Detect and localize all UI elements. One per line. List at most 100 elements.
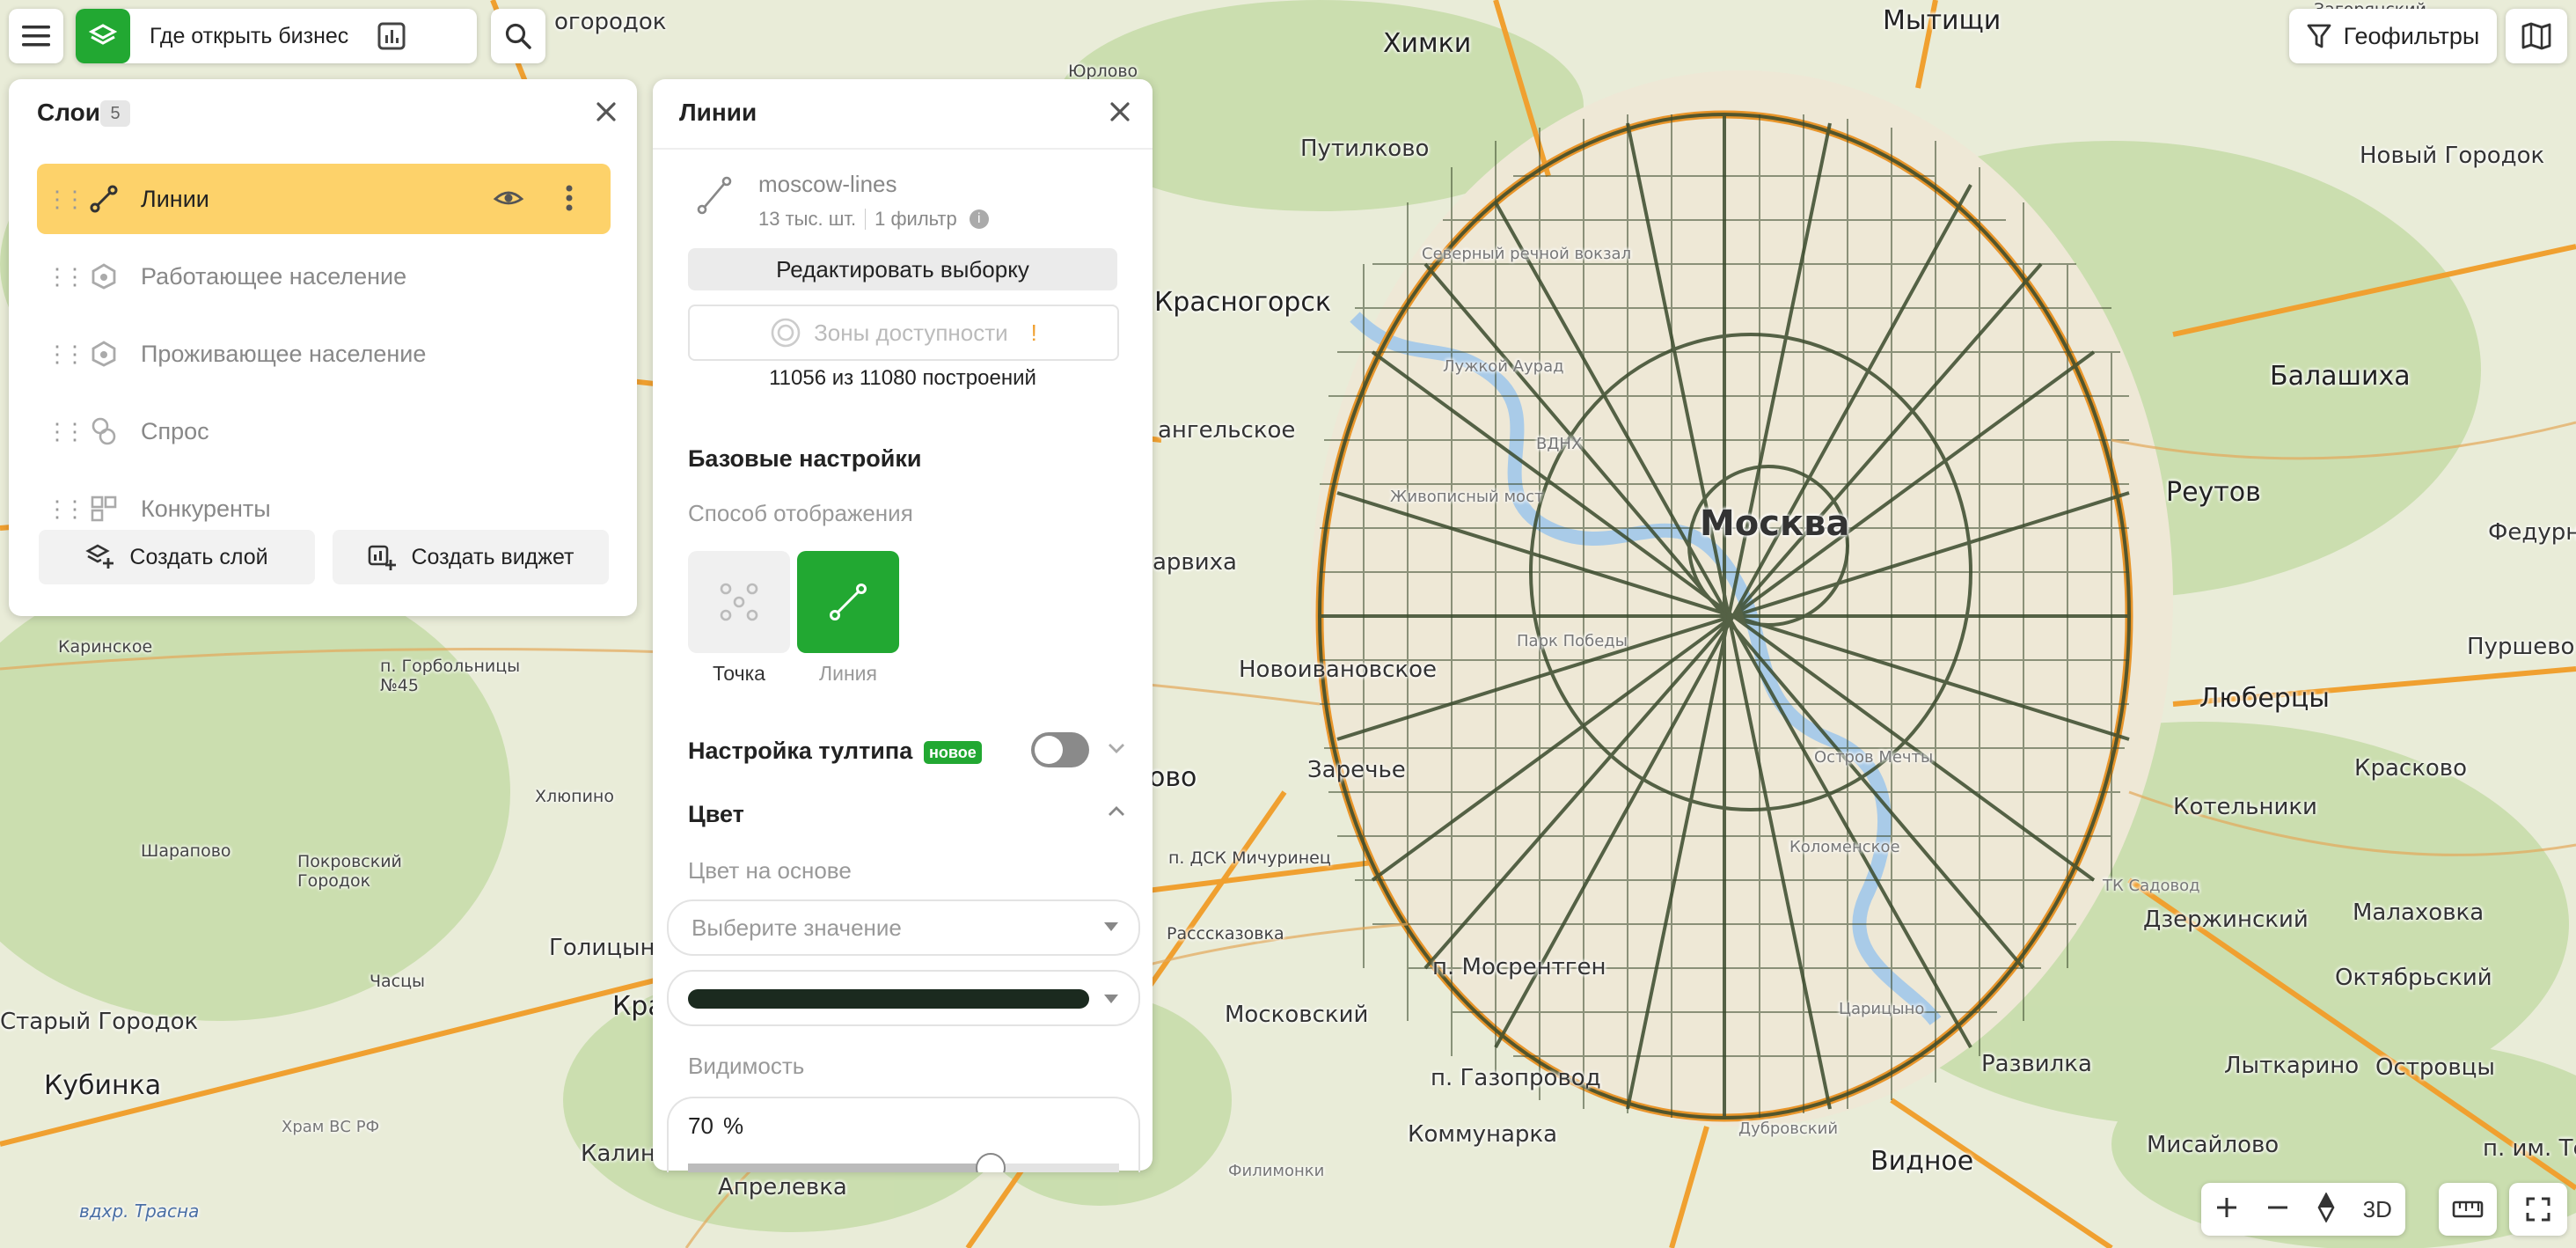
map-label: Филимонки: [1228, 1162, 1325, 1180]
chevron-up-icon[interactable]: [1107, 804, 1126, 823]
visibility-slider-track[interactable]: [688, 1164, 1119, 1172]
gauge-icon: [86, 336, 121, 371]
accessibility-zones-button[interactable]: Зоны доступности !: [688, 305, 1119, 361]
map-label: Развилка: [1981, 1051, 2092, 1077]
map-icon: [2521, 22, 2551, 50]
layer-item-label: Спрос: [141, 417, 209, 444]
map-label: Малаховка: [2353, 899, 2485, 926]
layer-item-working-population[interactable]: ⋮⋮ Работающее население: [37, 241, 611, 312]
menu-button[interactable]: [9, 9, 63, 63]
map-label: Старый Городок: [0, 1009, 199, 1035]
map-label: Парк Победы: [1517, 632, 1628, 650]
map-label: Путилково: [1300, 136, 1430, 162]
zoom-controls: 3D: [2201, 1183, 2405, 1236]
map-label: Часцы: [370, 972, 426, 991]
map-label: Голицыно: [549, 935, 670, 961]
drag-handle-icon[interactable]: ⋮⋮: [46, 263, 86, 290]
map-label: Хлюпино: [535, 787, 614, 806]
map-label: Живописный мост: [1390, 488, 1544, 506]
map-label: п. Горбольницы №45: [380, 657, 521, 695]
display-mode-label: Способ отображения: [688, 500, 913, 526]
map-label: Шарапово: [141, 841, 231, 861]
layer-item-label: Проживающее население: [141, 340, 427, 367]
map-label: Федурно: [2488, 519, 2576, 546]
ruler-button[interactable]: [2439, 1183, 2497, 1236]
more-vertical-icon[interactable]: [565, 183, 574, 219]
map-label: ангельское: [1158, 417, 1296, 444]
geofilters-button[interactable]: Геофильтры: [2289, 9, 2497, 63]
layer-item-demand[interactable]: ⋮⋮ Спрос: [37, 396, 611, 466]
map-label: ТК Садовод: [2103, 877, 2200, 895]
add-layer-icon: [85, 544, 114, 569]
eye-icon[interactable]: [493, 185, 524, 219]
compass-icon[interactable]: [2316, 1191, 2336, 1227]
dataset-line-icon: [697, 176, 732, 219]
info-icon[interactable]: i: [969, 209, 989, 229]
color-attribute-select[interactable]: Выберите значение: [667, 899, 1140, 956]
chevron-down-icon[interactable]: [1107, 741, 1126, 760]
map-label: Красногорск: [1154, 287, 1331, 318]
drag-handle-icon[interactable]: ⋮⋮: [46, 418, 86, 445]
map-label: Коммунарка: [1408, 1121, 1558, 1148]
map-label: Мисайлово: [2147, 1132, 2280, 1158]
map-label: Новоивановское: [1239, 657, 1437, 683]
tooltip-toggle[interactable]: [1031, 732, 1089, 767]
display-mode-line-button[interactable]: [797, 551, 899, 653]
warning-icon: !: [1030, 319, 1037, 346]
zoom-out-icon[interactable]: [2265, 1195, 2290, 1224]
map-label: п. им. Тельм: [2483, 1135, 2576, 1162]
create-layer-button[interactable]: Создать слой: [39, 530, 315, 584]
map-label: вдхр. Трасна: [79, 1200, 200, 1222]
dashboard-icon[interactable]: [377, 21, 406, 55]
map-label: п. ДСК Мичуринец: [1168, 848, 1331, 868]
zoom-in-icon[interactable]: [2214, 1195, 2239, 1224]
line-icon: [830, 584, 867, 620]
visibility-input[interactable]: 70 %: [667, 1097, 1140, 1172]
fullscreen-button[interactable]: [2509, 1183, 2567, 1236]
map-label: Красково: [2354, 755, 2468, 782]
3d-toggle[interactable]: 3D: [2363, 1196, 2392, 1223]
map-label: Лужкой Аурад: [1443, 357, 1564, 376]
close-icon[interactable]: [593, 99, 619, 129]
map-label: Остров Мечты: [1814, 748, 1934, 767]
drag-handle-icon[interactable]: ⋮⋮: [46, 186, 86, 213]
target-icon: [771, 318, 801, 348]
drag-handle-icon[interactable]: ⋮⋮: [46, 496, 86, 523]
dataset-name[interactable]: moscow-lines: [758, 171, 897, 198]
layer-item-label: Работающее население: [141, 262, 407, 290]
map-label: Реутов: [2166, 477, 2261, 508]
edit-selection-button[interactable]: Редактировать выборку: [688, 248, 1117, 290]
tooltip-settings-title: Настройка тултипа: [688, 738, 913, 764]
close-icon[interactable]: [1107, 99, 1133, 129]
create-widget-button[interactable]: Создать виджет: [333, 530, 609, 584]
layers-icon[interactable]: [76, 9, 130, 63]
map-label: Расссказовка: [1167, 924, 1284, 943]
map-style-button[interactable]: [2506, 9, 2567, 63]
search-button[interactable]: [491, 9, 545, 63]
dropdown-arrow-icon: [1103, 993, 1119, 1009]
display-mode-point-button[interactable]: [688, 551, 790, 653]
line-color-picker[interactable]: [667, 970, 1140, 1026]
color-swatch: [688, 989, 1089, 1009]
buildings-status: 11056 из 11080 построений: [769, 366, 1036, 390]
layer-item-label: Линии: [141, 185, 209, 212]
project-title[interactable]: Где открыть бизнес: [150, 24, 348, 49]
map-label: Островцы: [2375, 1054, 2495, 1081]
drag-handle-icon[interactable]: ⋮⋮: [46, 341, 86, 368]
map-label: Царицыно: [1839, 1000, 1925, 1018]
layer-item-lines[interactable]: ⋮⋮ Линии: [37, 164, 611, 234]
project-bar[interactable]: Где открыть бизнес: [76, 9, 525, 63]
dataset-filters[interactable]: 1 фильтр: [875, 208, 957, 231]
circles-icon: [86, 414, 121, 449]
ruler-icon: [2452, 1200, 2484, 1218]
base-settings-title: Базовые настройки: [688, 445, 922, 472]
layers-count-badge: 5: [100, 100, 130, 127]
add-widget-icon: [369, 545, 397, 570]
visibility-label: Видимость: [688, 1053, 805, 1079]
layer-item-resident-population[interactable]: ⋮⋮ Проживающее население: [37, 319, 611, 389]
map-label: Химки: [1383, 28, 1472, 59]
visibility-value[interactable]: 70: [688, 1112, 714, 1140]
filter-icon: [2307, 24, 2331, 48]
new-badge: новое: [924, 741, 982, 764]
visibility-slider-handle[interactable]: [976, 1153, 1006, 1172]
